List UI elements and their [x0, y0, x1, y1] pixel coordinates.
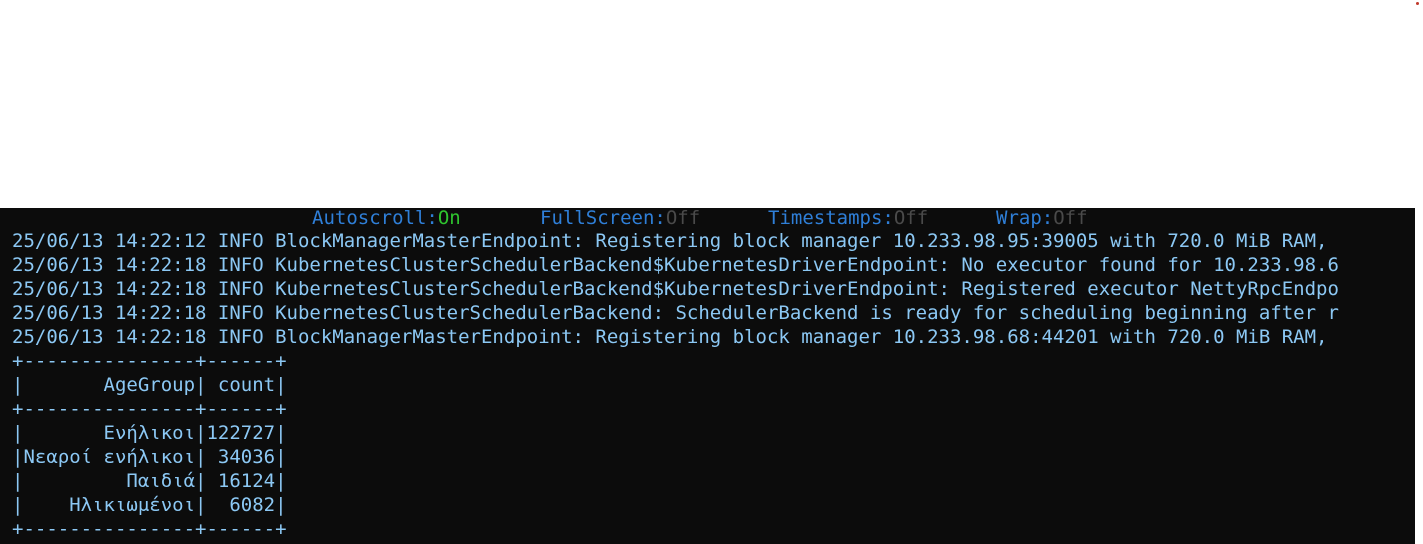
- log-line: 25/06/13 14:22:18 INFO BlockManagerMaste…: [12, 326, 1328, 348]
- autoscroll-label: Autoscroll:: [312, 208, 438, 229]
- timestamps-value: Off: [893, 208, 929, 229]
- log-line: 25/06/13 14:22:18 INFO KubernetesCluster…: [12, 278, 1339, 300]
- wrap-label: Wrap:: [996, 208, 1054, 229]
- fullscreen-value: Off: [665, 208, 701, 229]
- indicator-dot: [1416, 2, 1419, 5]
- table-border-mid: +---------------+------+: [12, 398, 287, 420]
- table-row: |Νεαροί ενήλικοι| 34036|: [12, 446, 287, 468]
- autoscroll-value: On: [437, 208, 461, 229]
- table-row: | Ηλικιωμένοι| 6082|: [12, 494, 287, 516]
- log-line: 25/06/13 14:22:18 INFO KubernetesCluster…: [12, 254, 1339, 276]
- fullscreen-label: FullScreen:: [540, 208, 666, 229]
- fullscreen-toggle[interactable]: FullScreen:Off: [540, 208, 700, 230]
- table-border-top: +---------------+------+: [12, 350, 287, 372]
- wrap-toggle[interactable]: Wrap:Off: [996, 208, 1088, 230]
- wrap-value: Off: [1053, 208, 1088, 229]
- table-row: | Ενήλικοι|122727|: [12, 422, 287, 444]
- table-header: | AgeGroup| count|: [12, 374, 287, 396]
- log-terminal[interactable]: Autoscroll:On FullScreen:Off Timestamps:…: [0, 208, 1415, 544]
- timestamps-toggle[interactable]: Timestamps:Off: [768, 208, 928, 230]
- table-row: | Παιδιά| 16124|: [12, 470, 287, 492]
- timestamps-label: Timestamps:: [768, 208, 894, 229]
- log-line: 25/06/13 14:22:18 INFO KubernetesCluster…: [12, 302, 1339, 324]
- log-line: 25/06/13 14:22:12 INFO BlockManagerMaste…: [12, 230, 1328, 252]
- table-border-bottom: +---------------+------+: [12, 518, 287, 540]
- autoscroll-toggle[interactable]: Autoscroll:On: [312, 208, 461, 230]
- status-bar: Autoscroll:On FullScreen:Off Timestamps:…: [0, 208, 1415, 230]
- log-output: 25/06/13 14:22:12 INFO BlockManagerMaste…: [12, 229, 1415, 541]
